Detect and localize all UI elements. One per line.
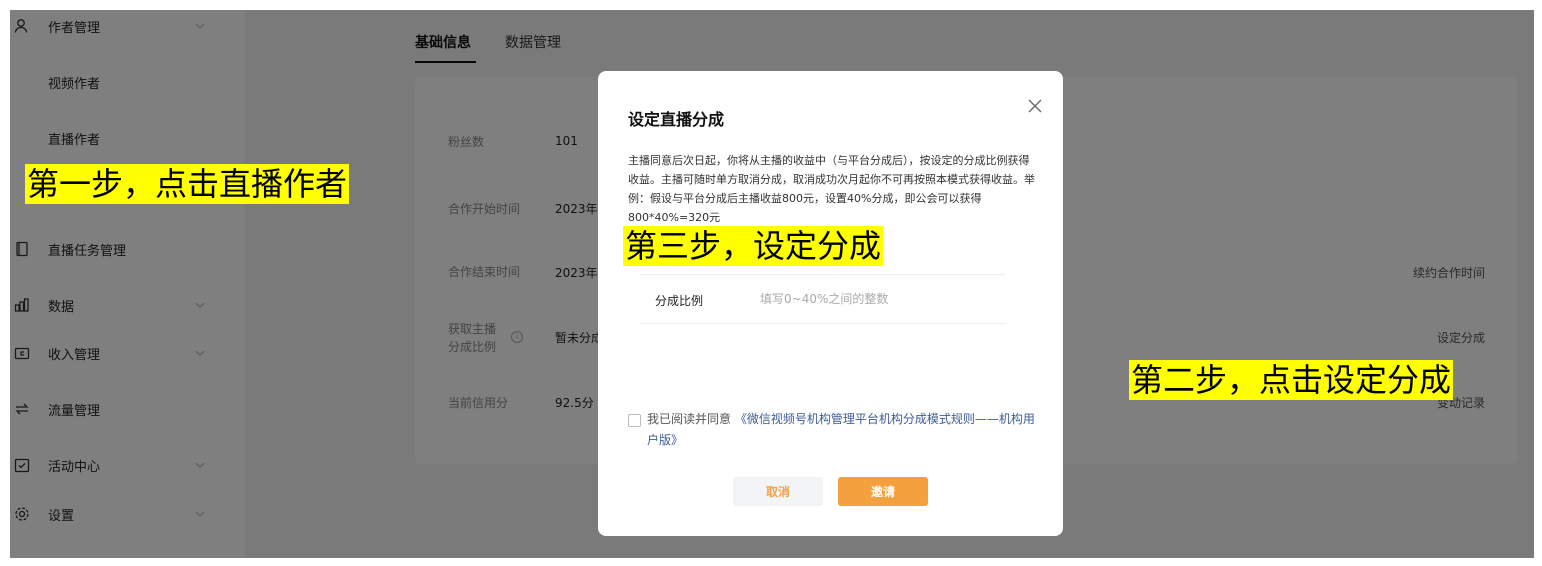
annotation-step3: 第三步，设定分成 <box>623 226 884 266</box>
set-ratio-dialog: 设定直播分成 主播同意后次日起，你将从主播的收益中（与平台分成后），按设定的分成… <box>598 71 1063 536</box>
dialog-title: 设定直播分成 <box>628 110 725 129</box>
agree-text: 我已阅读并同意 《微信视频号机构管理平台机构分成模式规则——机构用户版》 <box>647 409 1037 451</box>
invite-button[interactable]: 邀请 <box>838 477 928 506</box>
ratio-field-label: 分成比例 <box>655 294 704 308</box>
agree-prefix: 我已阅读并同意 <box>647 412 732 426</box>
close-icon[interactable] <box>1026 97 1044 115</box>
agree-checkbox[interactable] <box>628 414 641 427</box>
dialog-description: 主播同意后次日起，你将从主播的收益中（与平台分成后），按设定的分成比例获得收益。… <box>628 154 1035 224</box>
annotation-step2: 第二步，点击设定分成 <box>1129 360 1454 400</box>
cancel-button[interactable]: 取消 <box>733 477 823 506</box>
annotation-step1: 第一步，点击直播作者 <box>25 164 350 204</box>
ratio-input[interactable] <box>760 285 990 313</box>
ratio-field-row: 分成比例 <box>640 274 1006 324</box>
app-frame: 作者管理 视频作者 直播作者 直播任务管理 数据 收入管理 <box>10 10 1534 558</box>
